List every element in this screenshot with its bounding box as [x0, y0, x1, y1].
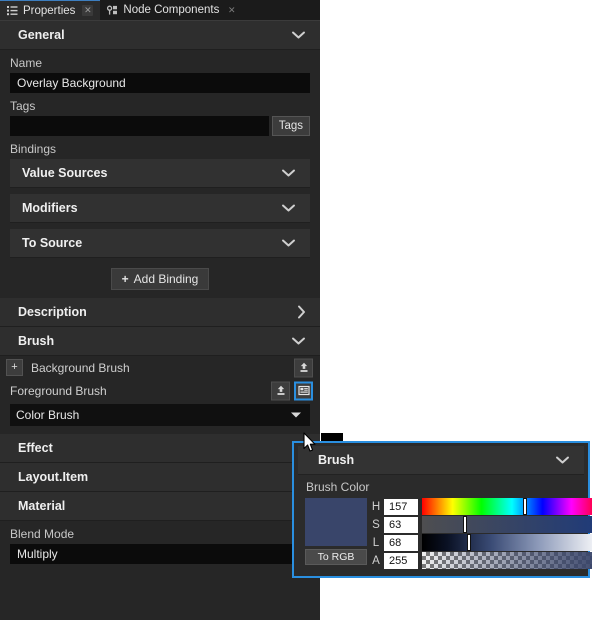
- background-brush-row: + Background Brush: [0, 356, 320, 379]
- section-effect[interactable]: Effect: [0, 434, 320, 463]
- chevron-down-icon: [281, 169, 296, 178]
- lightness-slider-handle[interactable]: [466, 534, 471, 551]
- chevron-down-icon: [291, 337, 306, 346]
- plus-icon: +: [121, 272, 129, 286]
- section-label: Effect: [18, 441, 53, 455]
- to-rgb-button[interactable]: To RGB: [305, 549, 367, 565]
- section-brush[interactable]: Brush: [0, 327, 320, 356]
- lightness-input[interactable]: 68: [384, 534, 418, 551]
- section-label: General: [18, 28, 65, 42]
- tab-label: Properties: [23, 4, 76, 17]
- binding-item-to-source[interactable]: To Source: [10, 229, 310, 258]
- upload-icon[interactable]: [294, 358, 313, 377]
- brush-type-value: Color Brush: [16, 408, 80, 422]
- tab-label: Node Components: [123, 4, 220, 16]
- channel-labels-and-inputs: H 157 S 63 L 68 A 255: [371, 498, 418, 569]
- popup-header[interactable]: Brush: [298, 446, 584, 475]
- brush-color-label: Brush Color: [306, 480, 370, 494]
- brush-type-select[interactable]: Color Brush: [10, 404, 310, 426]
- blend-mode-label: Blend Mode: [10, 527, 75, 541]
- saturation-slider-handle[interactable]: [463, 516, 468, 533]
- section-label: Description: [18, 305, 87, 319]
- close-icon[interactable]: ✕: [82, 5, 94, 16]
- panel-icon[interactable]: [294, 381, 313, 400]
- channel-row-s: S 63: [371, 516, 418, 533]
- add-binding-button[interactable]: + Add Binding: [110, 268, 210, 290]
- popup-title: Brush: [318, 453, 355, 467]
- mouse-cursor: [303, 432, 317, 453]
- binding-item-value-sources[interactable]: Value Sources: [10, 159, 310, 188]
- section-description[interactable]: Description: [0, 298, 320, 327]
- channel-label-s: S: [372, 518, 380, 531]
- node-icon: [106, 4, 118, 16]
- foreground-brush-label: Foreground Brush: [10, 383, 107, 398]
- name-label: Name: [10, 56, 43, 70]
- saturation-input[interactable]: 63: [384, 516, 418, 533]
- tags-label: Tags: [10, 99, 36, 113]
- background-brush-label: Background Brush: [31, 360, 130, 375]
- close-icon[interactable]: ✕: [226, 5, 237, 16]
- lightness-slider[interactable]: [422, 534, 592, 551]
- tags-row: Tags: [10, 116, 310, 136]
- chevron-down-icon: [555, 456, 570, 465]
- bindings-label: Bindings: [10, 142, 57, 156]
- hue-slider[interactable]: [422, 498, 592, 515]
- color-swatch[interactable]: [305, 498, 367, 546]
- foreground-brush-row: Foreground Brush: [0, 379, 320, 402]
- section-label: Brush: [18, 334, 55, 348]
- hue-input[interactable]: 157: [384, 498, 418, 515]
- alpha-input[interactable]: 255: [384, 552, 418, 569]
- binding-label: Value Sources: [22, 166, 108, 180]
- channel-label-l: L: [372, 536, 380, 549]
- alpha-slider[interactable]: [422, 552, 592, 569]
- section-general[interactable]: General: [0, 21, 320, 50]
- add-background-brush-button[interactable]: +: [6, 359, 23, 376]
- channel-row-h: H 157: [371, 498, 418, 515]
- section-layout-item[interactable]: Layout.Item: [0, 463, 320, 492]
- brush-popup: Brush Brush Color To RGB H 157 S 63 L 68: [292, 441, 592, 578]
- chevron-down-icon: [290, 408, 302, 422]
- hue-slider-handle[interactable]: [522, 498, 527, 515]
- chevron-down-icon: [281, 239, 296, 248]
- tab-node-components[interactable]: Node Components ✕: [100, 0, 244, 20]
- name-input[interactable]: Overlay Background: [10, 73, 310, 93]
- channel-sliders: [422, 498, 592, 569]
- section-label: Layout.Item: [18, 470, 89, 484]
- channel-label-a: A: [372, 554, 380, 567]
- properties-panel: Properties ✕ Node Components ✕ General N…: [0, 0, 320, 620]
- tab-properties[interactable]: Properties ✕: [0, 0, 101, 20]
- tags-input[interactable]: [10, 116, 269, 136]
- chevron-down-icon: [281, 204, 296, 213]
- chevron-down-icon: [291, 31, 306, 40]
- blend-mode-value[interactable]: Multiply: [10, 544, 310, 564]
- color-picker: To RGB H 157 S 63 L 68 A 255: [294, 498, 592, 569]
- upload-icon[interactable]: [271, 381, 290, 400]
- channel-row-l: L 68: [371, 534, 418, 551]
- saturation-slider[interactable]: [422, 516, 592, 533]
- add-binding-label: Add Binding: [133, 272, 199, 286]
- binding-label: To Source: [22, 236, 83, 250]
- section-material[interactable]: Material: [0, 492, 320, 521]
- binding-item-modifiers[interactable]: Modifiers: [10, 194, 310, 223]
- section-label: Material: [18, 499, 66, 513]
- tags-button[interactable]: Tags: [271, 116, 310, 136]
- tab-bar: Properties ✕ Node Components ✕: [0, 0, 320, 21]
- channel-row-a: A 255: [371, 552, 418, 569]
- chevron-right-icon: [297, 305, 306, 320]
- binding-label: Modifiers: [22, 201, 78, 215]
- add-binding-row: + Add Binding: [0, 264, 320, 298]
- channel-label-h: H: [371, 500, 381, 513]
- list-icon: [6, 5, 18, 17]
